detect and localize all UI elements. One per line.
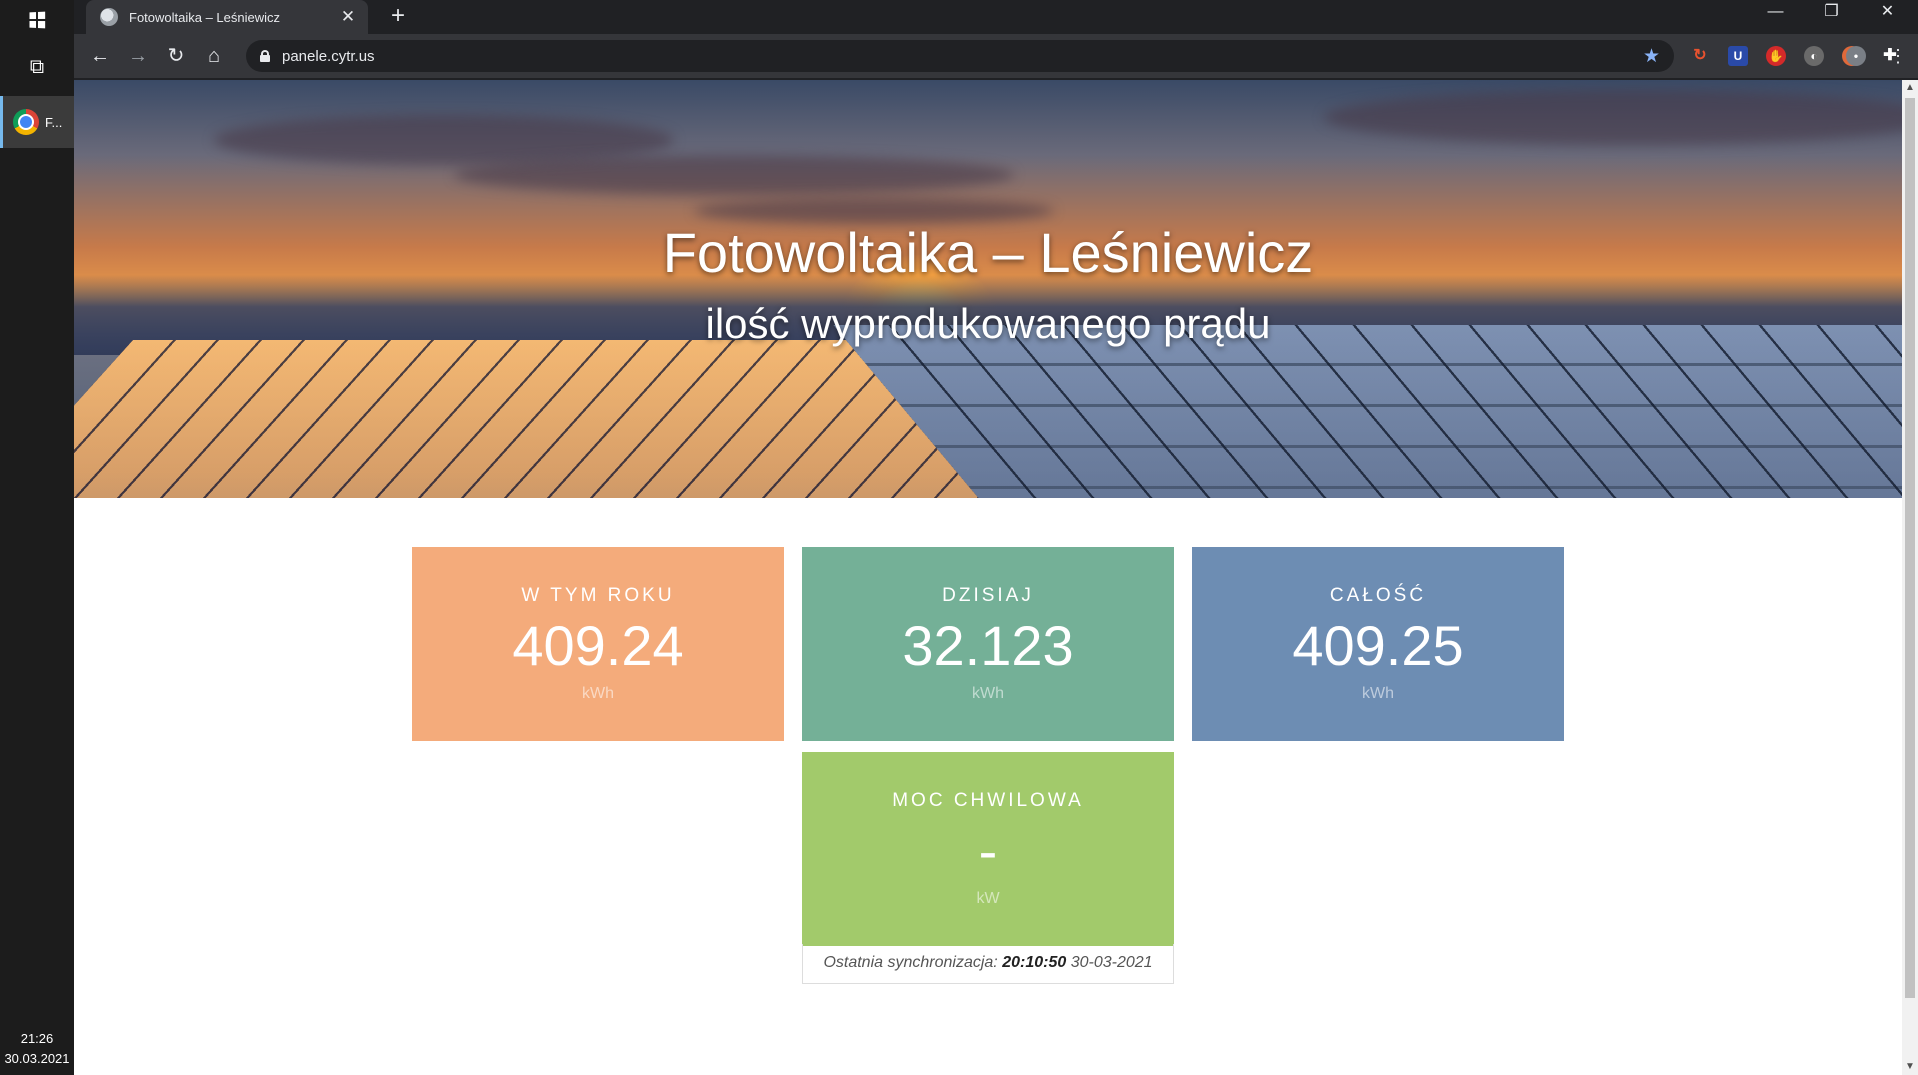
new-tab-button[interactable]: + [384,2,412,30]
tab-strip: Fotowoltaika – Leśniewicz ✕ + — ❐ ✕ [74,0,1918,34]
address-bar[interactable]: panele.cytr.us ★ [246,40,1674,72]
clock-date: 30.03.2021 [4,1051,70,1066]
restore-button[interactable]: ❐ [1804,0,1859,28]
page-title: Fotowoltaika – Leśniewicz [662,221,1314,284]
extension-circle-icon[interactable]: ◐ [1804,46,1824,66]
browser-toolbar: ← → ↻ ⌂ panele.cytr.us ★ ↻ U ✋ ◐ b ✚ [74,34,1918,78]
forward-icon[interactable]: → [122,40,154,72]
clock-time: 21:26 [20,1031,54,1046]
card-this-year: W TYM ROKU 409.24 kWh [412,547,784,741]
url-text[interactable]: panele.cytr.us [282,48,1643,65]
card-unit: kW [976,890,1000,907]
tab-active[interactable]: Fotowoltaika – Leśniewicz ✕ [86,0,368,34]
extension-refresh-icon[interactable]: ↻ [1690,46,1710,66]
card-label: W TYM ROKU [521,585,675,606]
extension-shield-icon[interactable]: U [1728,46,1748,66]
chrome-icon [13,109,39,135]
windows-taskbar: ⧉ F... 21:26 30.03.2021 [0,0,74,1075]
hero-banner: Fotowoltaika – Leśniewicz ilość wyproduk… [74,80,1902,498]
card-value: - [978,819,998,882]
page-subtitle: ilość wyprodukowanego prądu [705,300,1271,347]
tab-title: Fotowoltaika – Leśniewicz [129,9,281,25]
taskbar-chrome-app[interactable]: F... [0,96,74,148]
card-label: CAŁOŚĆ [1329,585,1427,606]
scroll-up-arrow-icon[interactable]: ▲ [1902,80,1918,96]
page-scrollbar[interactable]: ▲ ▼ [1902,80,1918,1075]
sync-date: 30-03-2021 [1070,954,1153,971]
last-sync-info: Ostatnia synchronizacja: 20:10:50 30-03-… [802,944,1174,984]
taskbar-app-label: F... [45,114,63,130]
home-icon[interactable]: ⌂ [198,40,230,72]
scroll-thumb[interactable] [1905,98,1915,998]
browser-window: Fotowoltaika – Leśniewicz ✕ + — ❐ ✕ ← → … [74,0,1918,1075]
close-window-button[interactable]: ✕ [1860,0,1915,28]
card-unit: kWh [582,685,614,702]
task-view-icon[interactable]: ⧉ [0,46,74,88]
page-content: Fotowoltaika – Leśniewicz ilość wyproduk… [74,80,1902,1075]
menu-dots-icon[interactable]: ⋮ [1882,40,1914,72]
card-value: 32.123 [902,614,1074,677]
extension-stop-icon[interactable]: ✋ [1766,46,1786,66]
card-unit: kWh [972,685,1004,702]
card-unit: kWh [1362,685,1394,702]
card-total: CAŁOŚĆ 409.25 kWh [1192,547,1564,741]
windows-start-icon[interactable] [0,0,74,40]
card-value: 409.25 [1292,614,1464,677]
lock-icon[interactable] [260,50,270,62]
minimize-button[interactable]: — [1748,0,1803,28]
reload-icon[interactable]: ↻ [160,40,192,72]
card-value: 409.24 [512,614,684,677]
back-icon[interactable]: ← [84,40,116,72]
card-label: DZISIAJ [942,585,1034,606]
bookmark-star-icon[interactable]: ★ [1643,45,1660,68]
solar-panels-right-image [833,325,1902,498]
sync-prefix: Ostatnia synchronizacja: [823,954,998,971]
profile-avatar[interactable]: • [1846,46,1866,66]
card-label: MOC CHWILOWA [892,790,1084,811]
card-instant-power: MOC CHWILOWA - kW [802,752,1174,946]
scroll-down-arrow-icon[interactable]: ▼ [1902,1059,1918,1075]
tab-favicon-icon [100,8,118,26]
tab-close-icon[interactable]: ✕ [338,7,358,27]
sync-time: 20:10:50 [1002,954,1067,971]
taskbar-clock[interactable]: 21:26 30.03.2021 [0,1023,74,1075]
card-today: DZISIAJ 32.123 kWh [802,547,1174,741]
